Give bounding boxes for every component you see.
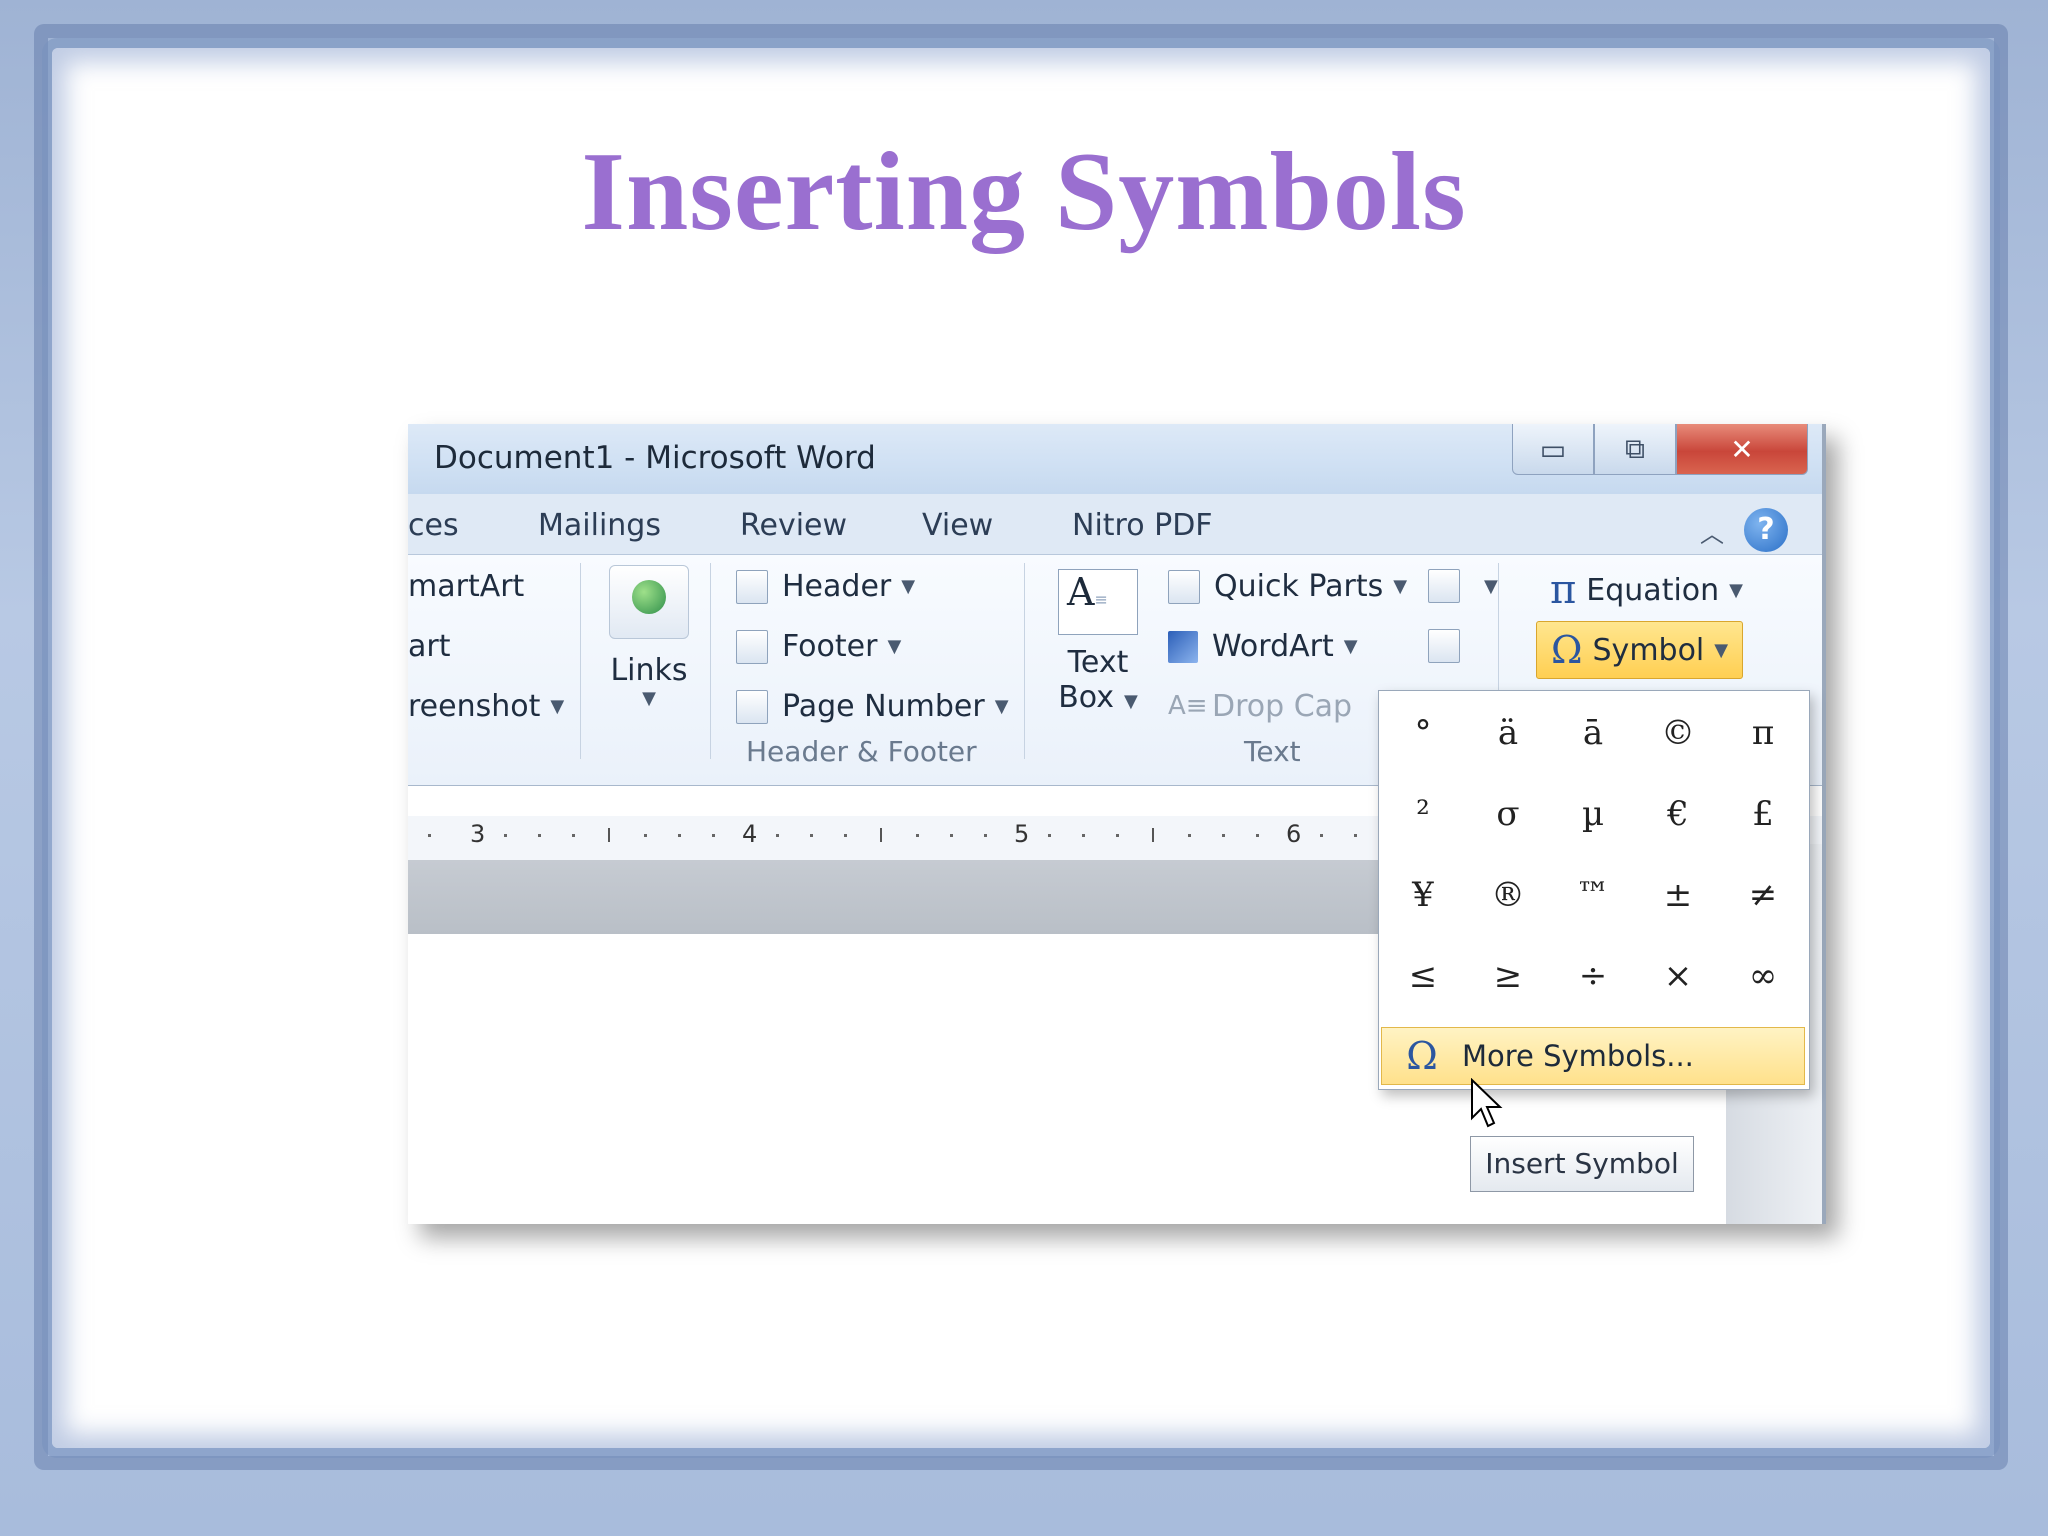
more-symbols-menu-item[interactable]: Ω More Symbols... — [1381, 1027, 1805, 1085]
drop-cap-button[interactable]: A≡ Drop Cap — [1168, 689, 1352, 724]
quick-parts-button[interactable]: Quick Parts ▼ — [1168, 569, 1407, 604]
symbol-cell[interactable]: ™ — [1551, 855, 1635, 935]
footer-icon — [736, 629, 768, 664]
close-button[interactable]: ✕ — [1676, 424, 1808, 475]
maximize-button[interactable]: ⧉ — [1594, 424, 1676, 475]
signature-line-button[interactable]: ▼ — [1428, 569, 1498, 603]
symbol-cell[interactable]: ¥ — [1381, 855, 1465, 935]
symbol-cell[interactable]: ± — [1636, 855, 1720, 935]
screenshot-button[interactable]: reenshot ▼ — [408, 689, 564, 724]
window-controls: ▭ ⧉ ✕ — [1512, 424, 1808, 476]
insert-symbol-tooltip: Insert Symbol — [1470, 1136, 1694, 1192]
footer-button[interactable]: Footer ▼ — [736, 629, 901, 664]
symbol-cell[interactable]: × — [1636, 936, 1720, 1016]
symbol-cell[interactable]: ≤ — [1381, 936, 1465, 1016]
symbol-cell[interactable]: ≠ — [1721, 855, 1805, 935]
slide-title: Inserting Symbols — [581, 130, 1467, 254]
symbol-dropdown: ° ä ā © π ² σ µ € £ ¥ ® ™ ± ≠ ≤ ≥ ÷ × ∞ Ω More Symbols... — [1378, 690, 1810, 1090]
page-number-button[interactable]: Page Number ▼ — [736, 689, 1009, 724]
date-time-button[interactable] — [1428, 629, 1474, 663]
links-button[interactable]: Links ▼ — [604, 565, 694, 735]
links-icon — [609, 565, 689, 639]
chart-button[interactable]: art — [408, 629, 450, 664]
symbol-cell[interactable]: µ — [1551, 774, 1635, 854]
text-box-button[interactable]: A≡ Text Box ▼ — [1048, 569, 1148, 739]
drop-cap-icon: A≡ — [1168, 690, 1208, 721]
tab-nitro-pdf[interactable]: Nitro PDF — [1072, 508, 1213, 543]
symbol-cell[interactable]: € — [1636, 774, 1720, 854]
omega-icon: Ω — [1551, 628, 1583, 672]
links-label: Links — [610, 653, 688, 688]
ribbon-tabs: ces Mailings Review View Nitro PDF — [408, 494, 1822, 554]
symbol-cell[interactable]: © — [1636, 693, 1720, 773]
header-icon — [736, 569, 768, 604]
page-number-icon — [736, 689, 768, 724]
equation-button[interactable]: π Equation ▼ — [1550, 567, 1743, 613]
help-icon[interactable]: ? — [1744, 508, 1788, 552]
symbol-cell[interactable]: ≥ — [1466, 936, 1550, 1016]
symbol-cell[interactable]: ® — [1466, 855, 1550, 935]
quick-parts-icon — [1168, 569, 1200, 604]
symbol-cell[interactable]: ÷ — [1551, 936, 1635, 1016]
symbol-cell[interactable]: ² — [1381, 774, 1465, 854]
wordart-icon — [1168, 630, 1198, 663]
ribbon-collapse-icon[interactable]: ︿ — [1700, 514, 1724, 549]
pi-icon: π — [1550, 567, 1577, 613]
minimize-button[interactable]: ▭ — [1512, 424, 1594, 475]
group-label-text: Text — [1244, 735, 1301, 768]
smartart-button[interactable]: martArt — [408, 569, 524, 604]
wordart-button[interactable]: WordArt ▼ — [1168, 629, 1358, 664]
symbol-cell[interactable]: ā — [1551, 693, 1635, 773]
symbol-cell[interactable]: £ — [1721, 774, 1805, 854]
omega-icon: Ω — [1406, 1034, 1438, 1078]
symbol-cell[interactable]: ∞ — [1721, 936, 1805, 1016]
tab-view[interactable]: View — [922, 508, 993, 543]
title-bar: Document1 - Microsoft Word ▭ ⧉ ✕ — [408, 424, 1822, 494]
symbol-cell[interactable]: ° — [1381, 693, 1465, 773]
text-box-icon: A≡ — [1058, 569, 1138, 635]
window-title: Document1 - Microsoft Word — [434, 440, 876, 476]
tab-references[interactable]: ces — [408, 508, 459, 543]
header-button[interactable]: Header ▼ — [736, 569, 915, 604]
symbol-cell[interactable]: π — [1721, 693, 1805, 773]
tab-mailings[interactable]: Mailings — [538, 508, 661, 543]
symbol-button[interactable]: Ω Symbol ▼ — [1536, 621, 1744, 679]
more-symbols-label: More Symbols... — [1462, 1039, 1694, 1073]
tab-review[interactable]: Review — [740, 508, 847, 543]
date-time-icon — [1428, 629, 1460, 663]
symbol-cell[interactable]: ä — [1466, 693, 1550, 773]
signature-icon — [1428, 569, 1460, 603]
group-label-header-footer: Header & Footer — [746, 735, 977, 768]
symbol-cell[interactable]: σ — [1466, 774, 1550, 854]
mouse-cursor-icon — [1471, 1078, 1503, 1128]
